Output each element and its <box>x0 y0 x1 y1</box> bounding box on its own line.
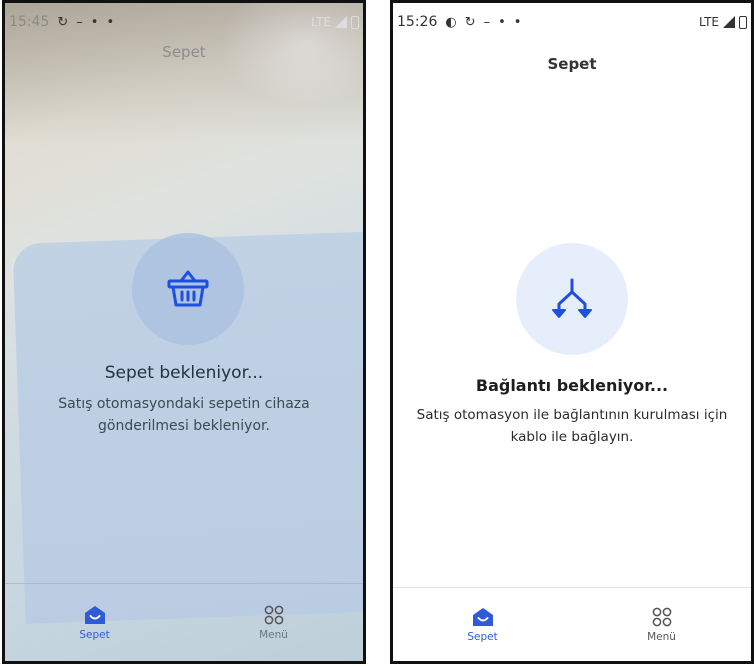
nav-item-menu[interactable]: Menü <box>572 588 751 661</box>
status-description: Satış otomasyon ile bağlantının kurulmas… <box>416 407 728 445</box>
basket-icon <box>167 270 209 307</box>
notification-icon: • <box>90 14 99 30</box>
minus-icon: – <box>76 14 83 30</box>
connection-split-icon <box>552 278 592 318</box>
bottom-navigation: Sepet Menü <box>393 587 751 661</box>
nav-item-sepet[interactable]: Sepet <box>393 588 572 661</box>
page-title: Sepet <box>162 43 206 61</box>
sync-icon: ↻ <box>464 14 476 30</box>
nav-label: Sepet <box>79 628 110 641</box>
signal-icon <box>723 16 735 28</box>
phone-screen-basket-waiting: 15:45 ↻ – • • LTE Sepet Sepet bekleniyor… <box>2 0 366 664</box>
nav-label: Sepet <box>467 630 498 643</box>
minus-icon: – <box>483 14 491 30</box>
sync-icon: ↻ <box>57 14 69 30</box>
battery-icon <box>351 15 359 29</box>
notification-icon: • <box>513 14 522 30</box>
status-bar: 15:45 ↻ – • • LTE <box>9 9 359 35</box>
status-description: Satış otomasyondaki sepetin cihaza gönde… <box>58 396 310 434</box>
nav-item-menu[interactable]: Menü <box>184 584 363 661</box>
status-time: 15:26 <box>397 14 438 30</box>
bottom-navigation: Sepet Menü <box>5 583 363 661</box>
hero-icon-circle <box>516 243 628 355</box>
network-label: LTE <box>699 15 719 29</box>
grid-circles-icon <box>264 605 283 624</box>
nav-label: Menü <box>259 628 288 641</box>
notification-icon: • <box>498 14 506 30</box>
app-icon: ◐ <box>445 14 457 30</box>
nav-label: Menü <box>647 630 676 643</box>
signal-icon <box>335 16 347 28</box>
cart-home-icon <box>472 607 493 626</box>
grid-circles-icon <box>652 607 671 626</box>
phone-screen-connection-waiting: 15:26 ◐ ↻ – • • LTE Sepet Bağlantı bekle… <box>390 0 754 664</box>
status-time: 15:45 <box>9 14 50 30</box>
notification-icon: • <box>106 14 115 30</box>
nav-item-sepet[interactable]: Sepet <box>5 584 184 661</box>
status-heading: Bağlantı bekleniyor... <box>475 376 669 395</box>
status-bar: 15:26 ◐ ↻ – • • LTE <box>397 9 747 35</box>
cart-home-icon <box>84 605 105 624</box>
hero-icon-circle <box>132 233 244 345</box>
page-title: Sepet <box>547 55 597 73</box>
status-heading: Sepet bekleniyor... <box>104 363 264 383</box>
battery-icon <box>739 15 747 29</box>
network-label: LTE <box>311 15 331 29</box>
